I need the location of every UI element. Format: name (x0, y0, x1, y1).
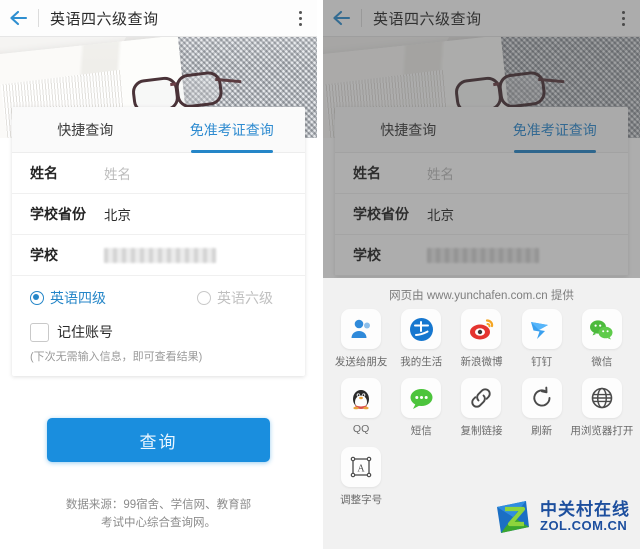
tab-no-admission-ticket-query[interactable]: 免准考证查询 (159, 107, 306, 153)
remember-account-label: 记住账号 (57, 324, 113, 340)
share-item-dingtalk[interactable]: 钉钉 (512, 309, 572, 369)
share-item-refresh[interactable]: 刷新 (512, 378, 572, 438)
share-item-label: 微信 (591, 356, 613, 368)
label-province: 学校省份 (30, 206, 86, 222)
input-province[interactable]: 北京 (104, 204, 131, 224)
share-item-label: 刷新 (531, 425, 553, 437)
zol-logo-mark-icon (493, 497, 533, 537)
appbar-divider (38, 9, 39, 27)
weibo-icon (461, 309, 502, 349)
share-item-sms[interactable]: 短信 (391, 378, 451, 438)
phone-screen-right: 英语四六级查询 快捷查询 免准考证查询 姓名 姓名 学校省份 北京 学校 网页由… (323, 0, 640, 549)
form-row-name[interactable]: 姓名 姓名 (12, 153, 305, 194)
share-item-label: QQ (352, 423, 370, 435)
wechat-icon (581, 309, 622, 349)
share-item-label: 复制链接 (460, 425, 503, 437)
radio-cet4[interactable]: 英语四级 (30, 288, 106, 308)
alipay-icon (401, 309, 442, 349)
zol-logo-en: ZOL.COM.CN (540, 518, 628, 534)
radio-cet6-dot (197, 291, 211, 305)
tab-quick-query-label: 快捷查询 (57, 121, 114, 138)
data-source-line-1: 数据来源：99宿舍、学信网、教育部 (65, 499, 252, 511)
tab-bar: 快捷查询 免准考证查询 (12, 107, 305, 153)
zol-watermark: 中关村在线 ZOL.COM.CN (493, 497, 630, 537)
svg-text:A: A (357, 464, 365, 475)
share-item-copy-link[interactable]: 复制链接 (451, 378, 511, 438)
share-item-font-size[interactable]: A 调整字号 (331, 447, 391, 507)
share-item-label: 短信 (410, 425, 432, 437)
phone-screen-left: 英语四六级查询 快捷查询 免准考证查询 姓名 姓名 学校省份 北京 学校 英语四… (0, 0, 317, 549)
app-bar: 英语四六级查询 (0, 0, 317, 37)
label-school: 学校 (30, 247, 58, 263)
share-item-label: 我的生活 (400, 356, 443, 368)
dual-screenshot-container: 英语四六级查询 快捷查询 免准考证查询 姓名 姓名 学校省份 北京 学校 英语四… (0, 0, 640, 549)
sms-bubble-icon (401, 378, 442, 418)
radio-cet4-dot (30, 291, 44, 305)
remember-account-hint: (下次无需输入信息，即可查看结果) (30, 351, 203, 363)
share-sheet: 网页由 www.yunchafen.com.cn 提供 发送给朋友 我的生活 新… (323, 278, 640, 549)
radio-cet6-label: 英语六级 (217, 290, 273, 306)
exam-level-radio-group: 英语四级 英语六级 (12, 276, 305, 314)
refresh-icon (521, 378, 562, 418)
input-school-redacted[interactable] (104, 247, 216, 263)
submit-button-wrap: 查询 (0, 418, 317, 462)
zol-logo-cn: 中关村在线 (540, 500, 630, 520)
share-item-my-life[interactable]: 我的生活 (391, 309, 451, 369)
share-item-send-to-friend[interactable]: 发送给朋友 (331, 309, 391, 369)
query-submit-button[interactable]: 查询 (47, 418, 270, 462)
data-source-note: 数据来源：99宿舍、学信网、教育部 考试中心综合查询网。 (0, 497, 317, 533)
share-item-label: 用浏览器打开 (570, 425, 634, 437)
dingtalk-icon (521, 309, 562, 349)
font-size-icon: A (341, 447, 382, 487)
share-provider-note: 网页由 www.yunchafen.com.cn 提供 (389, 290, 574, 302)
query-form-card: 快捷查询 免准考证查询 姓名 姓名 学校省份 北京 学校 (12, 107, 305, 376)
tab-quick-query[interactable]: 快捷查询 (12, 107, 159, 152)
remember-account-row[interactable]: 记住账号 (12, 314, 305, 344)
qq-penguin-icon (341, 378, 382, 418)
share-item-weibo[interactable]: 新浪微博 (451, 309, 511, 369)
share-item-qq[interactable]: QQ (331, 378, 391, 438)
zol-logo-text: 中关村在线 ZOL.COM.CN (540, 501, 630, 532)
back-arrow-icon[interactable] (0, 0, 38, 37)
page-title: 英语四六级查询 (50, 10, 159, 28)
radio-cet4-label: 英语四级 (50, 290, 106, 306)
globe-browser-icon (581, 378, 622, 418)
share-item-label: 新浪微博 (460, 356, 503, 368)
kebab-menu-icon[interactable] (283, 0, 317, 37)
remember-account-checkbox[interactable] (30, 322, 49, 342)
friend-person-icon (341, 309, 382, 349)
input-name[interactable]: 姓名 (104, 163, 131, 183)
share-item-wechat[interactable]: 微信 (572, 309, 632, 369)
share-item-label: 发送给朋友 (334, 356, 388, 368)
form-row-province[interactable]: 学校省份 北京 (12, 194, 305, 235)
share-item-open-in-browser[interactable]: 用浏览器打开 (570, 378, 634, 438)
label-name: 姓名 (30, 165, 58, 181)
share-items-grid: 发送给朋友 我的生活 新浪微博 钉钉 微信 QQ 短信 复制链接 刷新 用浏览器… (323, 309, 640, 516)
link-chain-icon (461, 378, 502, 418)
radio-cet6[interactable]: 英语六级 (197, 288, 273, 308)
share-item-label: 钉钉 (531, 356, 553, 368)
form-row-school[interactable]: 学校 (12, 235, 305, 276)
tab-no-admission-ticket-query-label: 免准考证查询 (189, 121, 274, 138)
data-source-line-2: 考试中心综合查询网。 (101, 516, 216, 529)
tab-active-indicator (190, 150, 273, 153)
share-item-label: 调整字号 (340, 494, 383, 506)
